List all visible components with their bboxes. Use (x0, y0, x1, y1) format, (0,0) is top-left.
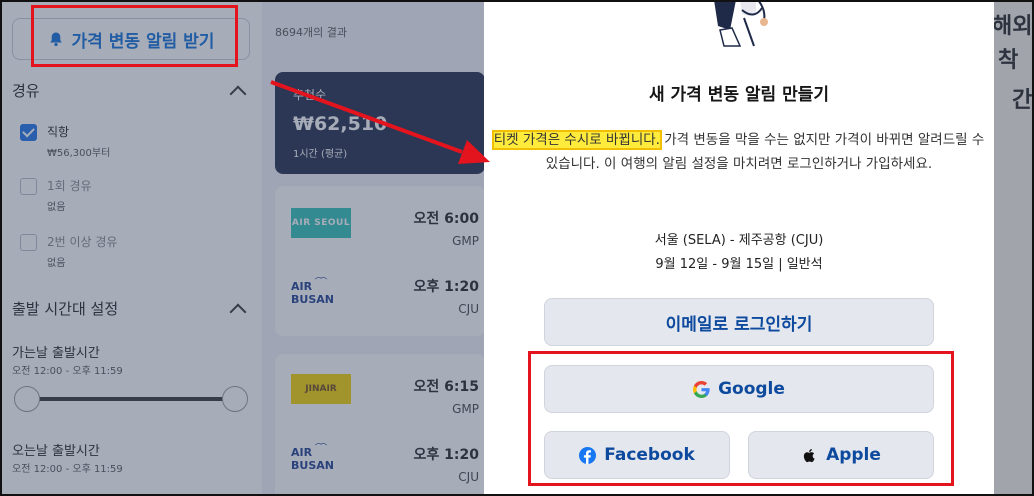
trip-dates: 9월 12일 - 9월 15일 | 일반석 (655, 257, 823, 272)
annotation-box-alert (31, 5, 238, 67)
email-login-button[interactable]: 이메일로 로그인하기 (544, 298, 934, 346)
email-login-label: 이메일로 로그인하기 (665, 314, 813, 335)
modal-description: 티켓 가격은 수시로 바뀝니다. 가격 변동을 막을 수는 없지만 가격이 바뀌… (490, 128, 988, 176)
traveler-illustration (714, 0, 768, 47)
modal-title: 새 가격 변동 알림 만들기 (648, 85, 830, 105)
annotation-box-social-login (528, 351, 954, 486)
trip-summary: 서울 (SELA) - 제주공항 (CJU) 9월 12일 - 9월 15일 |… (484, 229, 994, 277)
highlighted-text: 티켓 가격은 수시로 바뀝니다. (491, 130, 662, 150)
trip-route: 서울 (SELA) - 제주공항 (CJU) (654, 233, 824, 248)
